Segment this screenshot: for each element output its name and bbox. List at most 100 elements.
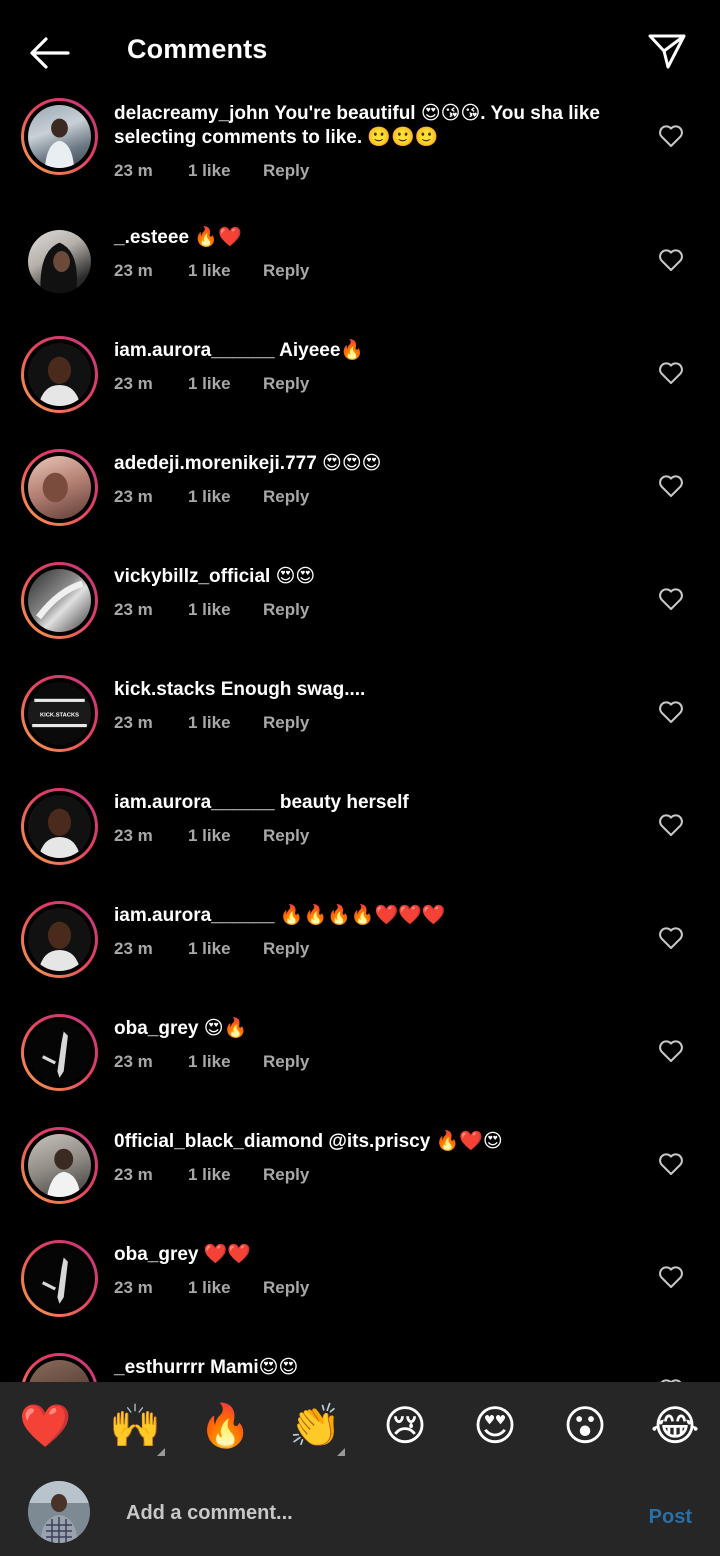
comment-username[interactable]: adedeji.morenikeji.777	[114, 453, 317, 474]
avatar-ring[interactable]	[21, 788, 98, 865]
comment-likes[interactable]: 1 like	[188, 713, 263, 733]
avatar-ring[interactable]	[21, 449, 98, 526]
comment-body: 🔥❤️	[194, 227, 242, 248]
comment-username[interactable]: oba_grey	[114, 1244, 198, 1265]
arrow-left-icon	[30, 37, 70, 69]
comment-likes[interactable]: 1 like	[188, 826, 263, 846]
comment-likes[interactable]: 1 like	[188, 939, 263, 959]
comments-list[interactable]: delacreamy_john You're beautiful 😍😘😘. Yo…	[0, 98, 720, 1382]
comment-body: Enough swag....	[220, 679, 366, 700]
reply-button[interactable]: Reply	[263, 1278, 309, 1298]
comment-item: iam.aurora______ Aiyeee🔥 23 m 1 like Rep…	[0, 335, 720, 448]
comment-item: delacreamy_john You're beautiful 😍😘😘. Yo…	[0, 98, 720, 211]
avatar	[28, 1360, 91, 1382]
heart-outline-icon[interactable]	[658, 1039, 684, 1063]
comment-likes[interactable]: 1 like	[188, 1278, 263, 1298]
comment-body: ❤️❤️	[203, 1244, 252, 1265]
comment-likes[interactable]: 1 like	[188, 600, 263, 620]
avatar	[28, 1134, 91, 1197]
avatar-ring[interactable]	[21, 1240, 98, 1317]
comment-likes[interactable]: 1 like	[188, 374, 263, 394]
comments-screen: Comments delacreamy_john You're beautifu…	[0, 0, 720, 1556]
heart-outline-icon[interactable]	[658, 124, 684, 148]
comment-body: 😍😍	[275, 566, 316, 587]
comment-username[interactable]: _esthurrrr	[114, 1357, 205, 1378]
reaction-laughing[interactable]: 😂	[649, 1400, 701, 1452]
avatar-ring[interactable]	[21, 1014, 98, 1091]
heart-outline-icon[interactable]	[658, 1152, 684, 1176]
heart-outline-icon[interactable]	[658, 700, 684, 724]
comment-item: iam.aurora______ 🔥🔥🔥🔥❤️❤️❤️ 23 m 1 like …	[0, 900, 720, 1013]
comment-username[interactable]: oba_grey	[114, 1018, 198, 1039]
reaction-fire[interactable]: 🔥	[199, 1400, 251, 1452]
avatar	[28, 1021, 91, 1084]
comment-likes[interactable]: 1 like	[188, 261, 263, 281]
comment-item: iam.aurora______ beauty herself 23 m 1 l…	[0, 787, 720, 900]
comment-text: _esthurrrr Mami😍😍	[114, 1356, 634, 1380]
avatar-ring[interactable]: KICK.STACKS	[21, 675, 98, 752]
reaction-heart-eyes[interactable]: 😍	[469, 1400, 521, 1452]
comment-username[interactable]: iam.aurora______	[114, 340, 275, 361]
reaction-clap[interactable]: 👏	[289, 1400, 341, 1452]
avatar	[28, 230, 91, 293]
reply-button[interactable]: Reply	[263, 713, 309, 733]
reply-button[interactable]: Reply	[263, 374, 309, 394]
comment-username[interactable]: iam.aurora______	[114, 792, 275, 813]
avatar-ring[interactable]	[21, 1127, 98, 1204]
avatar-ring[interactable]	[21, 336, 98, 413]
avatar-ring[interactable]	[21, 223, 98, 300]
reply-button[interactable]: Reply	[263, 1052, 309, 1072]
heart-outline-icon[interactable]	[658, 926, 684, 950]
heart-outline-icon[interactable]	[658, 813, 684, 837]
comment-input[interactable]	[126, 1498, 606, 1528]
post-button[interactable]: Post	[649, 1506, 692, 1529]
comment-username[interactable]: delacreamy_john	[114, 103, 269, 124]
comment-text: oba_grey ❤️❤️	[114, 1243, 634, 1267]
comment-username[interactable]: kick.stacks	[114, 679, 215, 700]
comment-body: @its.priscy 🔥❤️😍	[328, 1131, 503, 1152]
comment-username[interactable]: 0fficial_black_diamond	[114, 1131, 323, 1152]
comment-item: adedeji.morenikeji.777 😍😍😍 23 m 1 like R…	[0, 448, 720, 561]
skin-tone-indicator	[337, 1448, 345, 1456]
skin-tone-indicator	[157, 1448, 165, 1456]
share-button[interactable]	[644, 28, 690, 74]
reaction-raised-hands[interactable]: 🙌	[109, 1400, 161, 1452]
reply-button[interactable]: Reply	[263, 161, 309, 181]
comment-likes[interactable]: 1 like	[188, 1052, 263, 1072]
comment-meta: 23 m 1 like Reply	[114, 600, 309, 620]
comment-likes[interactable]: 1 like	[188, 487, 263, 507]
comment-time: 23 m	[114, 161, 153, 180]
reaction-heart[interactable]: ❤️	[19, 1400, 71, 1452]
comment-time: 23 m	[114, 713, 153, 732]
comment-username[interactable]: vickybillz_official	[114, 566, 270, 587]
reply-button[interactable]: Reply	[263, 1165, 309, 1185]
comment-time: 23 m	[114, 487, 153, 506]
avatar-ring[interactable]	[21, 562, 98, 639]
reaction-surprised[interactable]: 😮	[559, 1400, 611, 1452]
comment-item: _.esteee 🔥❤️ 23 m 1 like Reply	[0, 222, 720, 335]
comment-meta: 23 m 1 like Reply	[114, 1052, 309, 1072]
heart-outline-icon[interactable]	[658, 361, 684, 385]
heart-outline-icon[interactable]	[658, 474, 684, 498]
current-user-avatar	[28, 1481, 90, 1543]
comment-body: 😍😍😍	[322, 453, 382, 474]
comment-likes[interactable]: 1 like	[188, 161, 263, 181]
reply-button[interactable]: Reply	[263, 261, 309, 281]
reply-button[interactable]: Reply	[263, 939, 309, 959]
comment-body: beauty herself	[279, 792, 409, 813]
reply-button[interactable]: Reply	[263, 826, 309, 846]
comment-meta: 23 m 1 like Reply	[114, 1278, 309, 1298]
back-button[interactable]	[24, 28, 74, 78]
avatar-ring[interactable]	[21, 1353, 98, 1382]
comment-username[interactable]: _.esteee	[114, 227, 189, 248]
reaction-crying[interactable]: 😢	[379, 1400, 431, 1452]
comment-likes[interactable]: 1 like	[188, 1165, 263, 1185]
heart-outline-icon[interactable]	[658, 1265, 684, 1289]
reply-button[interactable]: Reply	[263, 600, 309, 620]
comment-username[interactable]: iam.aurora______	[114, 905, 275, 926]
heart-outline-icon[interactable]	[658, 587, 684, 611]
avatar-ring[interactable]	[21, 98, 98, 175]
heart-outline-icon[interactable]	[658, 248, 684, 272]
avatar-ring[interactable]	[21, 901, 98, 978]
reply-button[interactable]: Reply	[263, 487, 309, 507]
